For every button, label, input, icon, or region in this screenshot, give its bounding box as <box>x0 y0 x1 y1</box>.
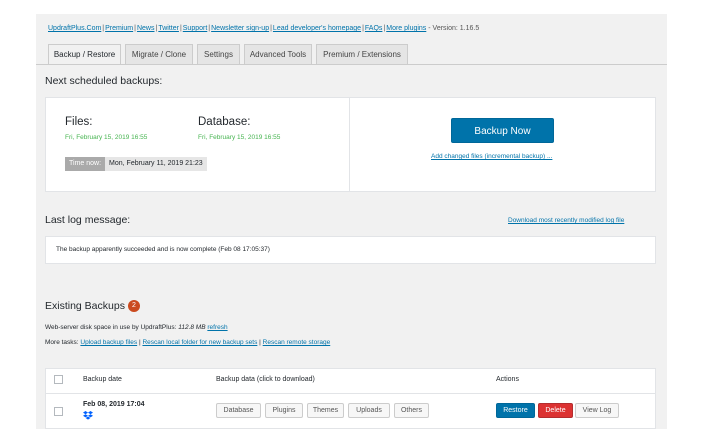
link-support[interactable]: Support <box>183 25 208 32</box>
download-themes-button[interactable]: Themes <box>307 403 344 418</box>
log-message: The backup apparently succeeded and is n… <box>56 246 270 253</box>
disk-usage-label: Web-server disk space in use by UpdraftP… <box>45 324 177 331</box>
disk-usage: Web-server disk space in use by UpdraftP… <box>45 324 228 331</box>
link-more-plugins[interactable]: More plugins <box>386 25 426 32</box>
select-all-checkbox[interactable] <box>54 375 63 384</box>
more-tasks: More tasks: Upload backup files | Rescan… <box>45 339 331 346</box>
files-label: Files: <box>65 116 93 128</box>
incremental-backup-link[interactable]: Add changed files (incremental backup) .… <box>431 153 552 160</box>
link-newsletter[interactable]: Newsletter sign-up <box>211 25 269 32</box>
row-backup-date: Feb 08, 2019 17:04 <box>83 401 145 408</box>
disk-usage-value: 112.8 MB <box>178 324 206 331</box>
tab-backup-restore[interactable]: Backup / Restore <box>48 44 121 65</box>
more-tasks-label: More tasks: <box>45 339 79 346</box>
next-backups-heading: Next scheduled backups: <box>45 75 163 87</box>
tab-advanced-tools[interactable]: Advanced Tools <box>244 44 312 64</box>
version-text: - Version: 1.16.5 <box>428 25 480 32</box>
dropbox-icon <box>83 411 93 420</box>
existing-backups-heading: Existing Backups 2 <box>45 300 140 313</box>
tab-migrate-clone[interactable]: Migrate / Clone <box>125 44 193 64</box>
top-links-bar: UpdraftPlus.Com|Premium|News|Twitter|Sup… <box>48 25 480 32</box>
backup-count-badge: 2 <box>127 300 140 313</box>
link-lead-dev[interactable]: Lead developer's homepage <box>273 25 361 32</box>
tab-premium-extensions[interactable]: Premium / Extensions <box>316 44 408 64</box>
upload-backup-files-link[interactable]: Upload backup files <box>80 339 137 346</box>
link-news[interactable]: News <box>137 25 155 32</box>
col-backup-data: Backup data (click to download) <box>216 376 315 383</box>
link-updraftplus[interactable]: UpdraftPlus.Com <box>48 25 101 32</box>
database-date: Fri, February 15, 2019 16:55 <box>198 134 281 141</box>
backup-now-box <box>350 97 656 192</box>
view-log-button[interactable]: View Log <box>575 403 619 418</box>
download-plugins-button[interactable]: Plugins <box>265 403 303 418</box>
link-twitter[interactable]: Twitter <box>158 25 179 32</box>
existing-backups-title: Existing Backups <box>45 300 125 312</box>
col-actions: Actions <box>496 376 519 383</box>
database-label: Database: <box>198 116 251 128</box>
time-now-label: Time now: <box>65 157 106 171</box>
backup-now-button[interactable]: Backup Now <box>451 118 554 143</box>
row-checkbox[interactable] <box>54 407 63 416</box>
tab-divider <box>36 64 667 65</box>
table-header-divider <box>46 393 655 394</box>
refresh-link[interactable]: refresh <box>207 324 227 331</box>
rescan-local-link[interactable]: Rescan local folder for new backup sets <box>142 339 257 346</box>
last-log-heading: Last log message: <box>45 214 131 226</box>
time-now: Time now: Mon, February 11, 2019 21:23 <box>65 157 207 171</box>
files-date: Fri, February 15, 2019 16:55 <box>65 134 148 141</box>
tab-settings[interactable]: Settings <box>197 44 240 64</box>
time-now-value: Mon, February 11, 2019 21:23 <box>105 157 207 171</box>
download-others-button[interactable]: Others <box>394 403 429 418</box>
restore-button[interactable]: Restore <box>496 403 535 418</box>
link-premium[interactable]: Premium <box>105 25 133 32</box>
download-log-link[interactable]: Download most recently modified log file <box>508 217 624 224</box>
schedule-box <box>45 97 350 192</box>
backups-table <box>45 368 656 429</box>
download-database-button[interactable]: Database <box>216 403 261 418</box>
download-uploads-button[interactable]: Uploads <box>348 403 390 418</box>
col-backup-date: Backup date <box>83 376 122 383</box>
link-faqs[interactable]: FAQs <box>365 25 383 32</box>
delete-button[interactable]: Delete <box>538 403 573 418</box>
rescan-remote-link[interactable]: Rescan remote storage <box>263 339 331 346</box>
